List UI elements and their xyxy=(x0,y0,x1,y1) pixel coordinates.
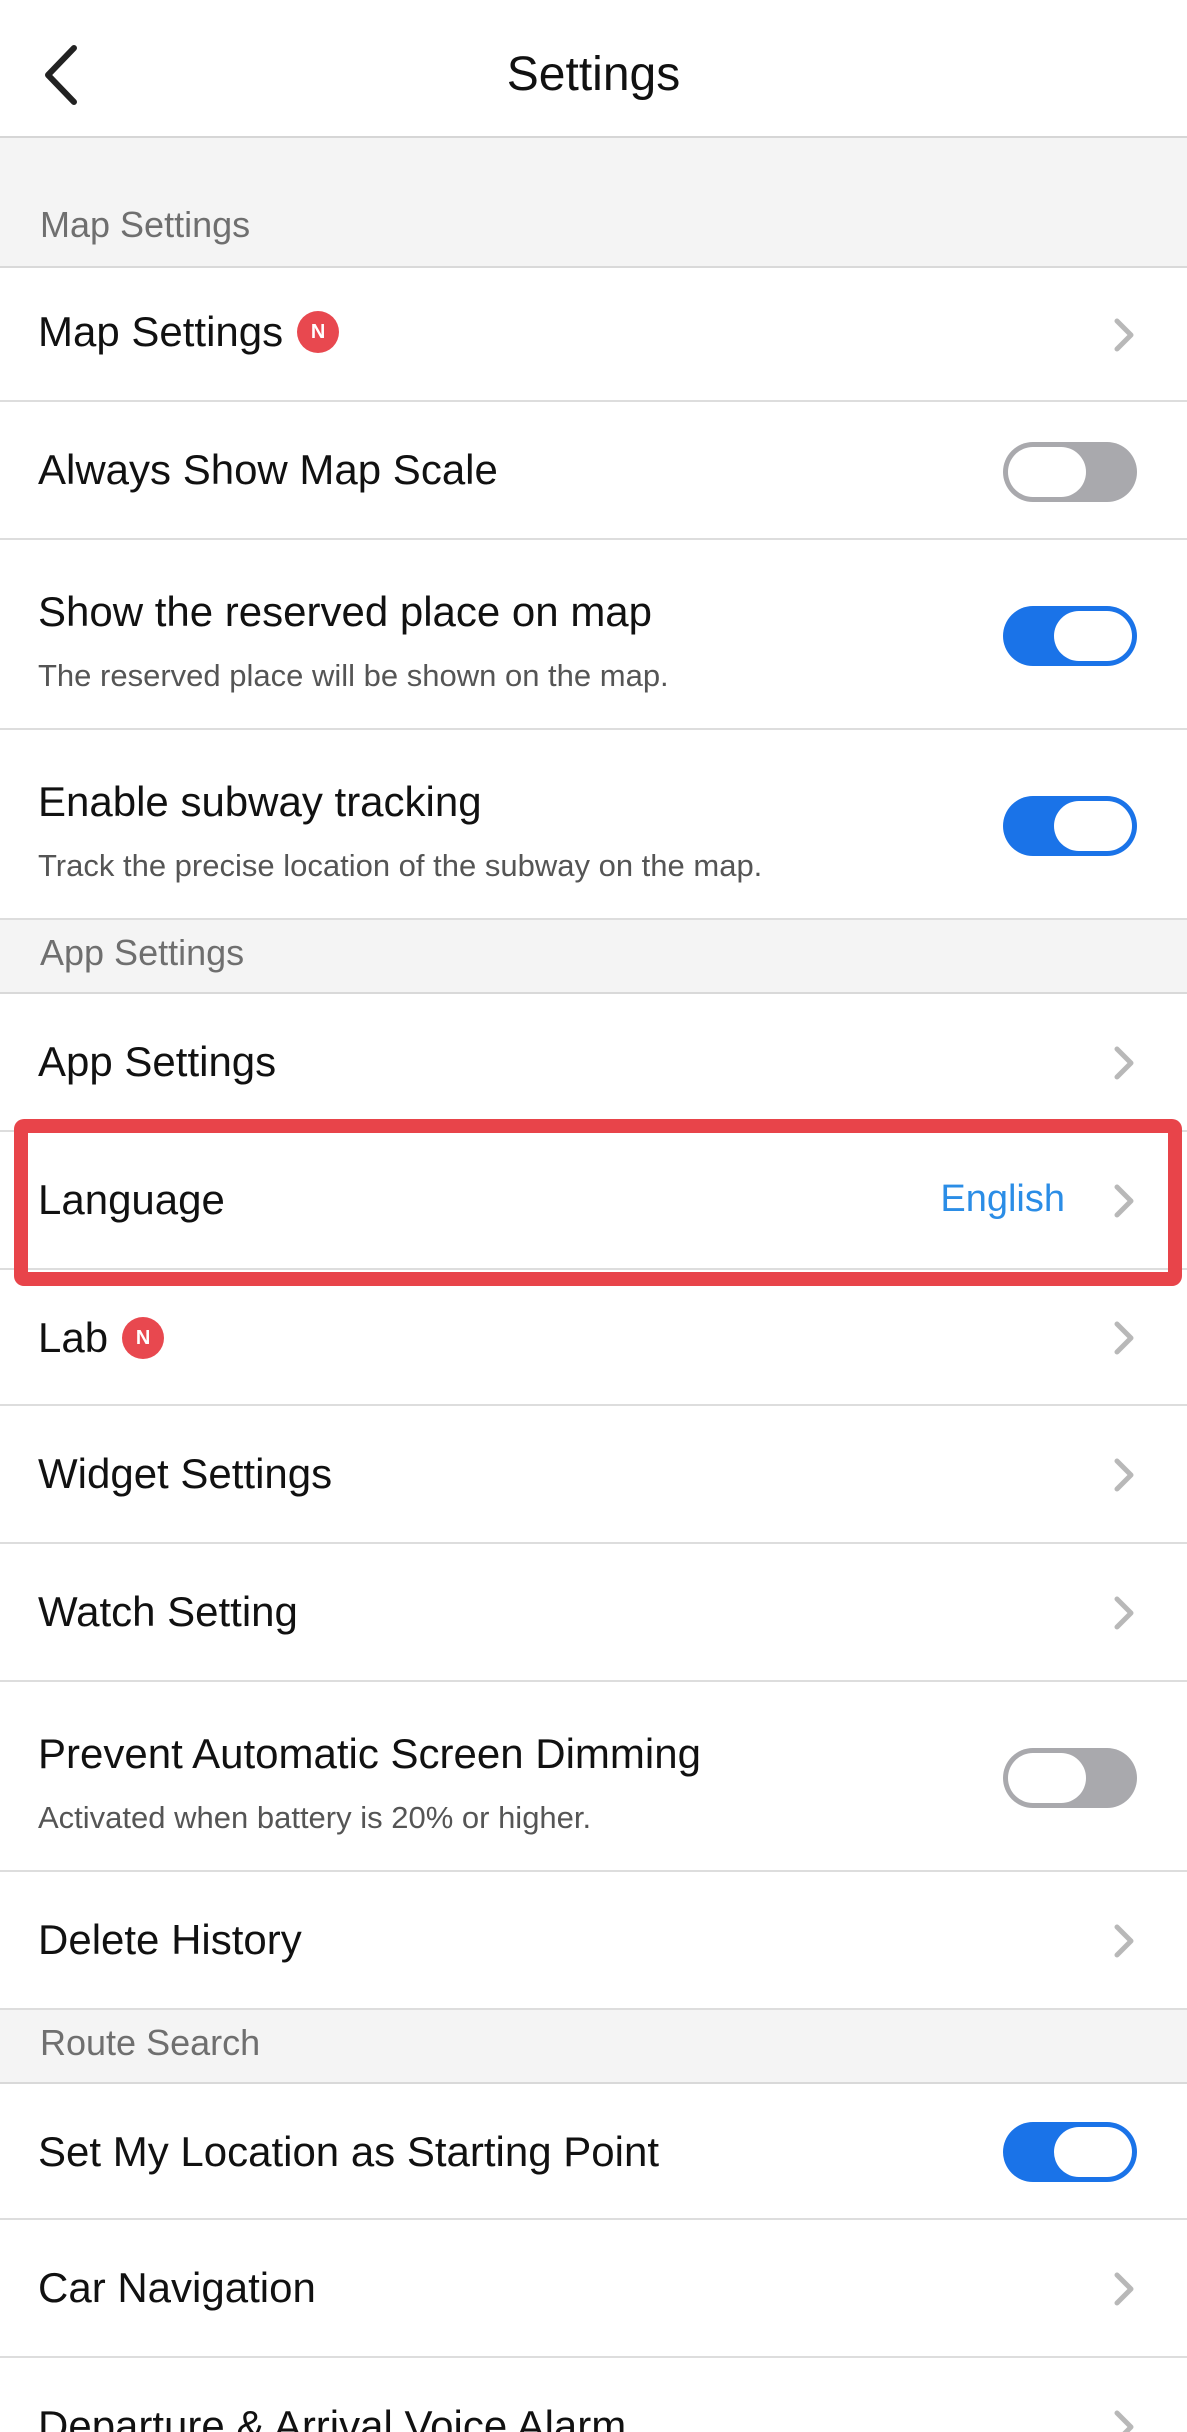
new-badge: N xyxy=(122,1317,165,1359)
row-description: The reserved place will be shown on the … xyxy=(38,658,669,693)
map-scale-toggle[interactable] xyxy=(1003,442,1137,502)
toggle-knob xyxy=(1008,1753,1086,1803)
row-label: Enable subway tracking xyxy=(38,778,482,825)
chevron-right-icon xyxy=(1114,2410,1134,2432)
row-label: Car Navigation xyxy=(38,2264,316,2311)
reserved-place-toggle[interactable] xyxy=(1003,606,1137,666)
row-screen-dimming: Prevent Automatic Screen Dimming Activat… xyxy=(0,1682,1187,1872)
subway-tracking-toggle[interactable] xyxy=(1003,796,1137,856)
section-header-map: Map Settings xyxy=(0,138,1187,268)
row-map-settings[interactable]: Map Settings N xyxy=(0,268,1187,402)
chevron-right-icon xyxy=(1114,1046,1134,1080)
new-badge: N xyxy=(297,311,340,353)
toggle-knob xyxy=(1054,611,1132,661)
row-label: Delete History xyxy=(38,1916,302,1963)
header: Settings xyxy=(0,0,1187,138)
chevron-right-icon xyxy=(1114,1184,1134,1218)
row-label: Prevent Automatic Screen Dimming xyxy=(38,1730,701,1777)
row-label: Show the reserved place on map xyxy=(38,588,653,635)
screen-dimming-toggle[interactable] xyxy=(1003,1748,1137,1808)
row-label: Watch Setting xyxy=(38,1588,298,1635)
row-label: Widget Settings xyxy=(38,1450,333,1497)
section-title: Route Search xyxy=(40,2022,261,2063)
row-reserved-place: Show the reserved place on map The reser… xyxy=(0,540,1187,730)
row-watch-setting[interactable]: Watch Setting xyxy=(0,1544,1187,1682)
chevron-right-icon xyxy=(1114,2272,1134,2306)
row-app-settings[interactable]: App Settings xyxy=(0,994,1187,1132)
chevron-right-icon xyxy=(1114,1321,1134,1355)
row-label: Language xyxy=(38,1176,225,1223)
section-title: Map Settings xyxy=(40,204,251,245)
section-header-route: Route Search xyxy=(0,2010,1187,2084)
row-widget-settings[interactable]: Widget Settings xyxy=(0,1406,1187,1544)
my-location-toggle[interactable] xyxy=(1003,2122,1137,2182)
chevron-right-icon xyxy=(1114,318,1134,352)
row-label: Departure & Arrival Voice Alarm xyxy=(38,2402,627,2432)
toggle-knob xyxy=(1054,801,1132,851)
row-delete-history[interactable]: Delete History xyxy=(0,1872,1187,2010)
chevron-right-icon xyxy=(1114,1596,1134,1630)
row-label: App Settings xyxy=(38,1038,277,1085)
row-label: Always Show Map Scale xyxy=(38,446,498,493)
row-subway-tracking: Enable subway tracking Track the precise… xyxy=(0,730,1187,920)
chevron-right-icon xyxy=(1114,1924,1134,1958)
language-value: English xyxy=(940,1178,1065,1220)
row-label: Set My Location as Starting Point xyxy=(38,2128,659,2175)
row-language[interactable]: Language English xyxy=(0,1132,1187,1270)
row-voice-alarm[interactable]: Departure & Arrival Voice Alarm xyxy=(0,2358,1187,2432)
row-car-navigation[interactable]: Car Navigation xyxy=(0,2220,1187,2358)
row-description: Activated when battery is 20% or higher. xyxy=(38,1800,592,1835)
row-label: Map Settings xyxy=(38,308,284,355)
row-map-scale: Always Show Map Scale xyxy=(0,402,1187,540)
row-my-location: Set My Location as Starting Point xyxy=(0,2084,1187,2220)
row-description: Track the precise location of the subway… xyxy=(38,848,763,883)
toggle-knob xyxy=(1008,447,1086,497)
row-lab[interactable]: Lab N xyxy=(0,1270,1187,1406)
toggle-knob xyxy=(1054,2127,1132,2177)
row-label: Lab xyxy=(38,1314,109,1361)
section-header-app: App Settings xyxy=(0,920,1187,994)
page-title: Settings xyxy=(506,48,681,101)
section-title: App Settings xyxy=(40,932,245,973)
chevron-right-icon xyxy=(1114,1458,1134,1492)
